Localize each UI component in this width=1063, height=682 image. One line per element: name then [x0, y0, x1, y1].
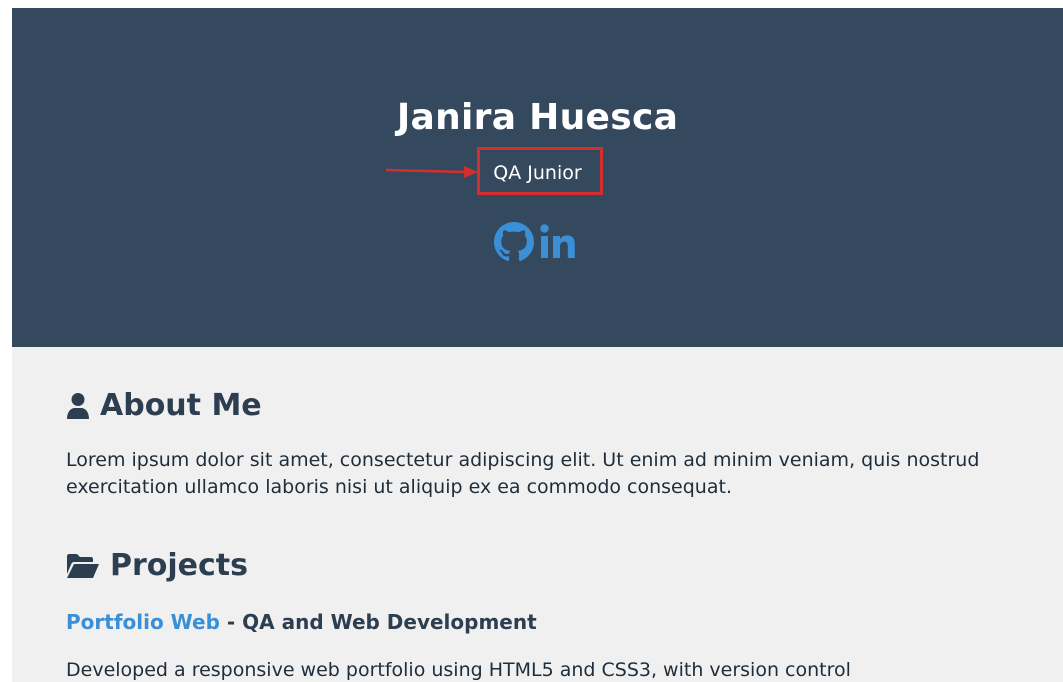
projects-section-title: Projects [66, 548, 248, 584]
header: Janira Huesca QA Junior [12, 8, 1063, 347]
folder-open-icon [67, 554, 99, 578]
project-description: Developed a responsive web portfolio usi… [66, 659, 851, 681]
project-separator: - [219, 610, 243, 634]
project-link-portfolio-web[interactable]: Portfolio Web [66, 610, 220, 634]
projects-title-label: Projects [110, 548, 249, 583]
page-title: Janira Huesca [396, 97, 679, 138]
linkedin-icon [540, 224, 575, 258]
project-heading: Portfolio Web - QA and Web Development [66, 609, 537, 635]
project-subtitle: QA and Web Development [242, 610, 537, 634]
about-text: Lorem ipsum dolor sit amet, consectetur … [66, 449, 980, 498]
main-content: About Me Lorem ipsum dolor sit amet, con… [12, 347, 1063, 682]
social-links [12, 222, 1063, 262]
about-title-label: About Me [100, 388, 262, 423]
page: Janira Huesca QA Junior About Me Lorem i… [0, 0, 1063, 682]
linkedin-link[interactable] [539, 222, 581, 266]
github-link[interactable] [493, 222, 534, 266]
about-section-title: About Me [66, 388, 262, 424]
job-title: QA Junior [493, 162, 582, 184]
user-icon [67, 393, 89, 419]
github-icon [493, 222, 534, 262]
